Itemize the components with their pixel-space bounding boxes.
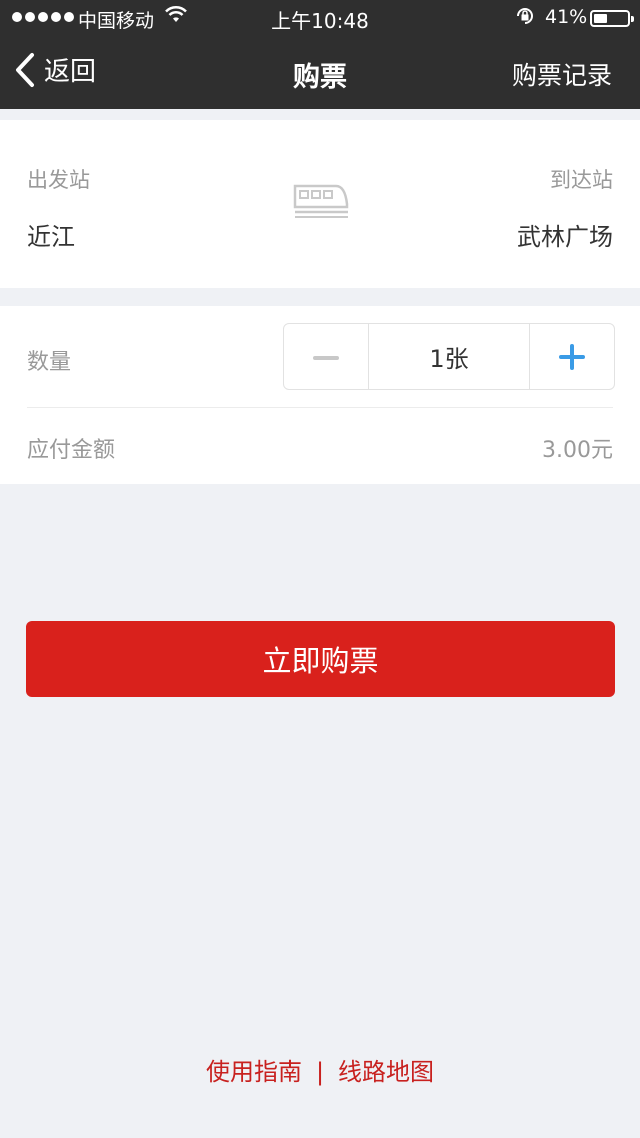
departure-station[interactable]: 近江 [27, 217, 75, 252]
battery-icon [590, 10, 634, 27]
top-bar: 中国移动 上午10:48 41% 返回 购票 购票记录 [0, 0, 640, 109]
arrival-station[interactable]: 武林广场 [517, 217, 613, 252]
amount-label: 应付金额 [27, 438, 116, 463]
back-chevron-icon [14, 52, 36, 88]
orientation-lock-icon [514, 5, 536, 32]
minus-icon [313, 356, 339, 360]
quantity-label: 数量 [27, 350, 72, 375]
decrease-button[interactable] [284, 324, 368, 389]
footer-separator: | [315, 1058, 325, 1086]
increase-button[interactable] [530, 324, 614, 389]
station-card: 出发站 近江 到达站 武林广场 [0, 120, 640, 288]
nav-bar: 返回 购票 购票记录 [0, 36, 640, 109]
back-label: 返回 [44, 57, 97, 87]
battery-percent: 41% [545, 6, 588, 28]
amount-value: 3.00元 [542, 438, 613, 463]
status-time: 上午10:48 [271, 9, 369, 33]
divider [27, 407, 613, 408]
guide-link[interactable]: 使用指南 [206, 1058, 302, 1086]
departure-label: 出发站 [27, 168, 90, 192]
train-icon [292, 182, 350, 224]
purchase-history-link[interactable]: 购票记录 [512, 56, 612, 92]
quantity-stepper: 1张 [283, 323, 615, 390]
quantity-value: 1张 [368, 324, 530, 389]
buy-now-button[interactable]: 立即购票 [26, 621, 615, 697]
arrival-label: 到达站 [550, 168, 613, 192]
back-button[interactable]: 返回 [14, 51, 96, 88]
route-map-link[interactable]: 线路地图 [338, 1058, 434, 1086]
order-card: 数量 1张 应付金额 3.00元 [0, 306, 640, 484]
status-bar: 中国移动 上午10:48 41% [0, 0, 640, 36]
footer-links: 使用指南 | 线路地图 [0, 1052, 640, 1087]
